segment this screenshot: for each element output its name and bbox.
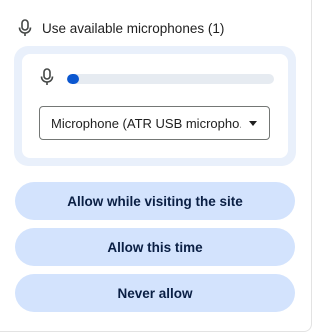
microphones-header-label: Use available microphones (1)	[42, 20, 225, 36]
microphone-select-value: Microphone (ATR USB micropho...	[51, 115, 241, 131]
microphone-card: Microphone (ATR USB micropho...	[14, 46, 296, 166]
mic-level-meter	[67, 74, 274, 84]
microphones-header: Use available microphones (1)	[18, 18, 224, 38]
microphone-select[interactable]: Microphone (ATR USB micropho...	[39, 106, 270, 140]
mic-level-fill	[67, 74, 80, 84]
chevron-down-icon	[249, 120, 257, 126]
never-allow-button[interactable]: Never allow	[15, 274, 295, 312]
microphone-icon	[40, 67, 54, 91]
allow-while-visiting-button[interactable]: Allow while visiting the site	[15, 182, 295, 220]
mic-level-row	[40, 67, 274, 91]
allow-this-time-button[interactable]: Allow this time	[15, 228, 295, 266]
microphone-icon	[18, 19, 32, 37]
permission-prompt: Use available microphones (1) Microphone…	[0, 0, 312, 332]
microphone-card-inner: Microphone (ATR USB micropho...	[22, 54, 288, 158]
